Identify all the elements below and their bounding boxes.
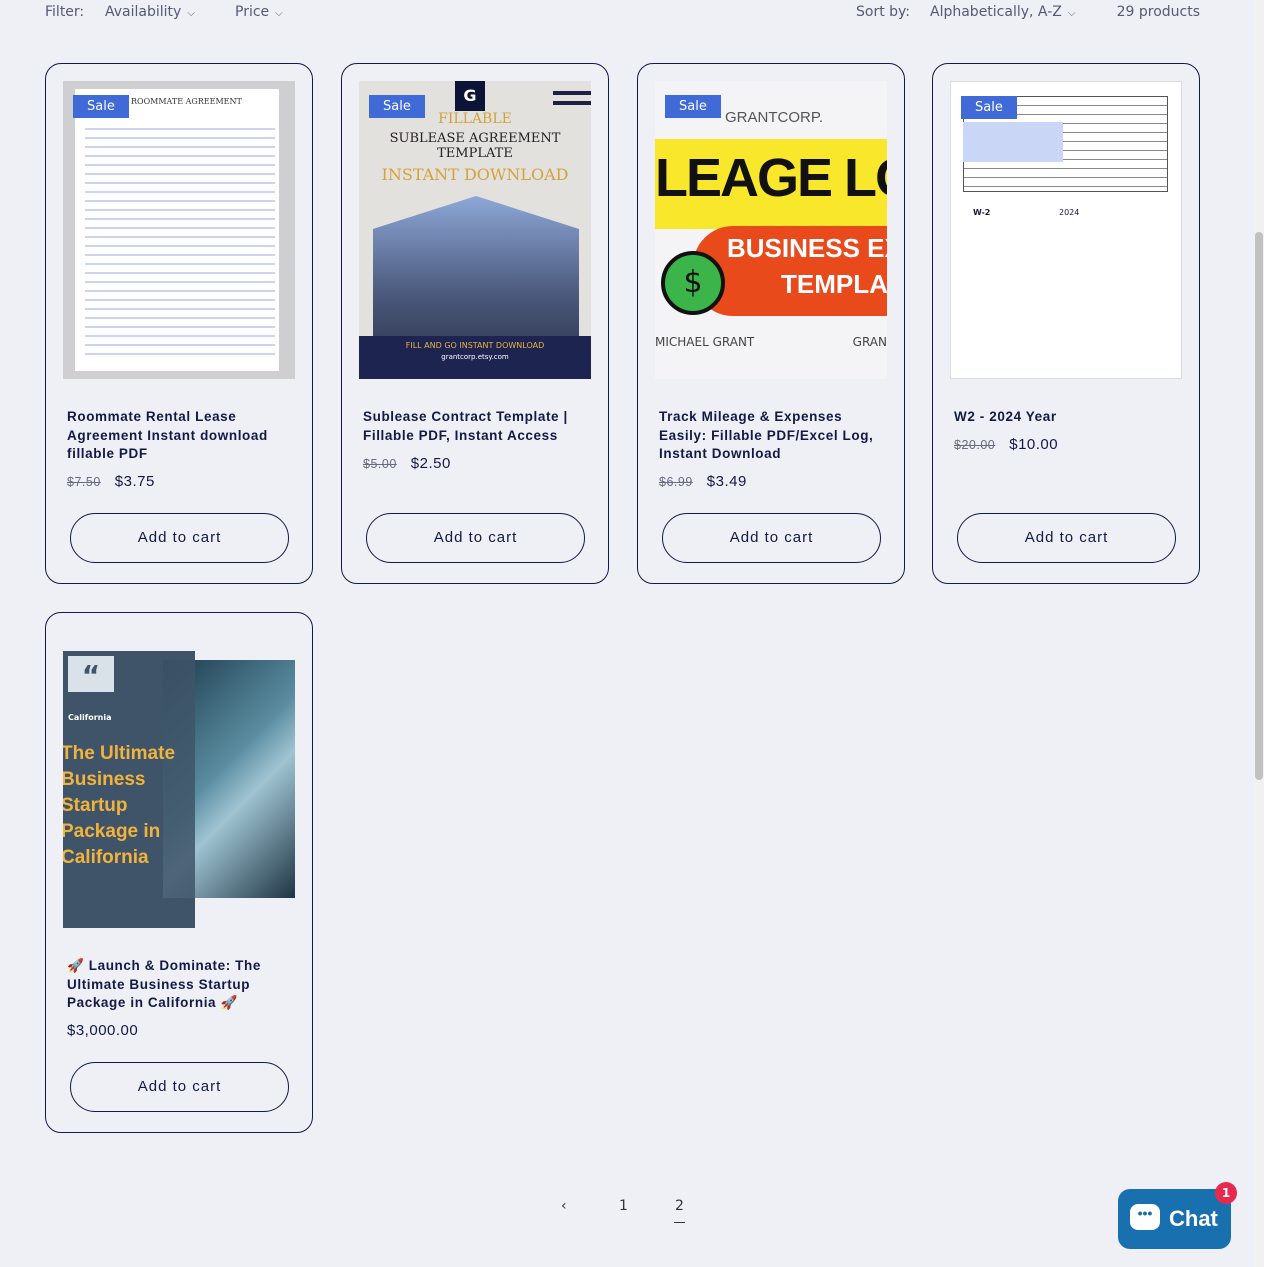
product-card: “ California The Ultimate Business Start…: [45, 612, 313, 1133]
add-to-cart-button[interactable]: Add to cart: [957, 513, 1176, 563]
scrollbar[interactable]: [1254, 0, 1264, 1267]
product-image[interactable]: “ California The Ultimate Business Start…: [63, 651, 295, 928]
price: $20.00 $10.00: [954, 436, 1058, 453]
price: $6.99 $3.49: [659, 473, 747, 490]
original-price: $20.00: [954, 438, 996, 452]
sale-badge: Sale: [961, 96, 1017, 119]
original-price: $7.50: [67, 475, 101, 489]
product-card: GRANTCORP. LEAGE LO BUSINESS EX TEMPLA $…: [637, 63, 905, 584]
original-price: $5.00: [363, 457, 397, 471]
chat-bubble-icon: •••: [1130, 1204, 1160, 1230]
sale-price: $3.49: [706, 473, 747, 490]
notification-badge: 1: [1215, 1182, 1237, 1204]
sale-badge: Sale: [665, 95, 721, 118]
sale-badge: Sale: [369, 95, 425, 118]
sale-price: $3.75: [114, 473, 155, 490]
scrollbar-thumb[interactable]: [1255, 232, 1263, 780]
product-title[interactable]: Track Mileage & Expenses Easily: Fillabl…: [659, 408, 884, 464]
product-image[interactable]: G FILLABLE SUBLEASE AGREEMENT TEMPLATE I…: [359, 81, 591, 379]
product-image[interactable]: ROOMMATE AGREEMENT Sale: [63, 81, 295, 379]
add-to-cart-button[interactable]: Add to cart: [662, 513, 881, 563]
product-title[interactable]: Sublease Contract Template | Fillable PD…: [363, 408, 588, 445]
price-filter[interactable]: Price ⌵: [235, 4, 283, 20]
product-title[interactable]: W2 - 2024 Year: [954, 408, 1179, 427]
money-bag-icon: $: [661, 251, 725, 315]
chevron-down-icon: ⌵: [1067, 8, 1076, 19]
sort-label: Sort by:: [856, 4, 911, 20]
quote-icon: “: [68, 656, 114, 692]
pagination-page-2-current[interactable]: 2: [674, 1198, 685, 1223]
price: $3,000.00: [67, 1022, 138, 1039]
price: $7.50 $3.75: [67, 473, 155, 490]
product-card: G FILLABLE SUBLEASE AGREEMENT TEMPLATE I…: [341, 63, 609, 584]
add-to-cart-button[interactable]: Add to cart: [366, 513, 585, 563]
sale-price: $10.00: [1009, 436, 1059, 453]
sale-badge: Sale: [73, 95, 129, 118]
pagination-page-1[interactable]: 1: [619, 1198, 628, 1214]
price: $5.00 $2.50: [363, 455, 451, 472]
pagination-prev[interactable]: ‹: [561, 1198, 567, 1214]
product-image[interactable]: W-2 2024 Sale: [950, 81, 1182, 379]
sale-price: $2.50: [410, 455, 451, 472]
chat-button[interactable]: ••• Chat: [1118, 1189, 1231, 1249]
sort-select[interactable]: Alphabetically, A-Z ⌵: [930, 4, 1075, 20]
availability-filter[interactable]: Availability ⌵: [105, 4, 195, 20]
chevron-down-icon: ⌵: [275, 8, 283, 19]
product-title[interactable]: 🚀 Launch & Dominate: The Ultimate Busine…: [67, 957, 292, 1013]
product-card: ROOMMATE AGREEMENT Sale Roommate Rental …: [45, 63, 313, 584]
add-to-cart-button[interactable]: Add to cart: [70, 1062, 289, 1112]
logo-icon: G: [455, 81, 485, 111]
filter-label: Filter:: [45, 4, 85, 20]
product-count: 29 products: [1116, 4, 1200, 20]
add-to-cart-button[interactable]: Add to cart: [70, 513, 289, 563]
regular-price: $3,000.00: [67, 1022, 139, 1039]
product-title[interactable]: Roommate Rental Lease Agreement Instant …: [67, 408, 292, 464]
original-price: $6.99: [659, 475, 693, 489]
product-card: W-2 2024 Sale W2 - 2024 Year $20.00 $10.0…: [932, 63, 1200, 584]
chevron-down-icon: ⌵: [187, 8, 195, 19]
filter-bar: Filter: Availability ⌵ Price ⌵ Sort by: Al…: [45, 4, 1200, 24]
product-image[interactable]: GRANTCORP. LEAGE LO BUSINESS EX TEMPLA $…: [655, 81, 887, 379]
